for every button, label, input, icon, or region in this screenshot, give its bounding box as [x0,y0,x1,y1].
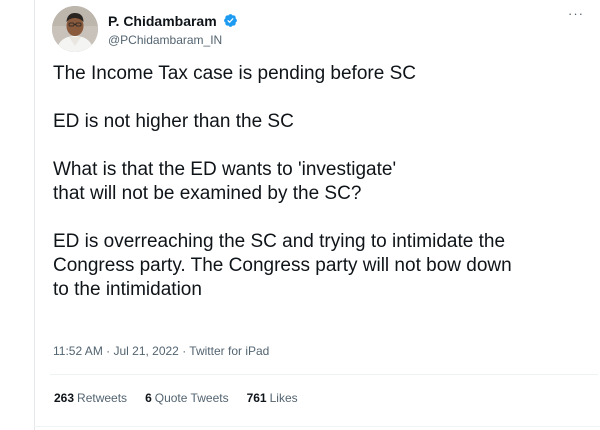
author-names: P. Chidambaram @PChidambaram_IN [108,12,238,48]
likes-stat[interactable]: 761 Likes [247,390,298,406]
more-options-icon[interactable]: ··· [568,7,584,20]
engagement-stats: 263 Retweets 6 Quote Tweets 761 Likes [54,390,298,406]
author-handle[interactable]: @PChidambaram_IN [108,32,238,48]
divider [50,374,598,375]
verified-badge-icon [224,14,238,28]
tweet-header: P. Chidambaram @PChidambaram_IN ··· [50,4,590,52]
divider [34,426,600,427]
author-display-name[interactable]: P. Chidambaram [108,13,217,29]
tweet-timestamp[interactable]: 11:52 AM · Jul 21, 2022 · Twitter for iP… [53,343,269,359]
retweets-stat[interactable]: 263 Retweets [54,390,127,406]
quote-tweets-stat[interactable]: 6 Quote Tweets [145,390,229,406]
tweet-text: The Income Tax case is pending before SC… [53,63,512,300]
avatar[interactable] [52,6,98,52]
